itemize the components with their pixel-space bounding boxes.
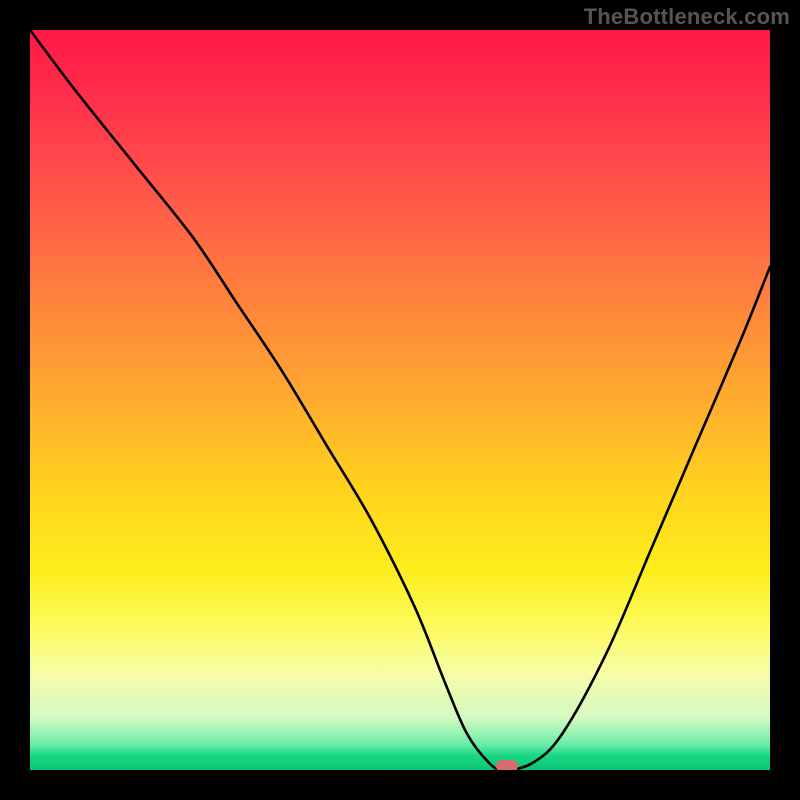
- plot-area: [30, 30, 770, 770]
- chart-frame: TheBottleneck.com: [0, 0, 800, 800]
- optimal-marker: [496, 760, 518, 770]
- bottleneck-curve: [30, 30, 770, 770]
- watermark-text: TheBottleneck.com: [584, 4, 790, 30]
